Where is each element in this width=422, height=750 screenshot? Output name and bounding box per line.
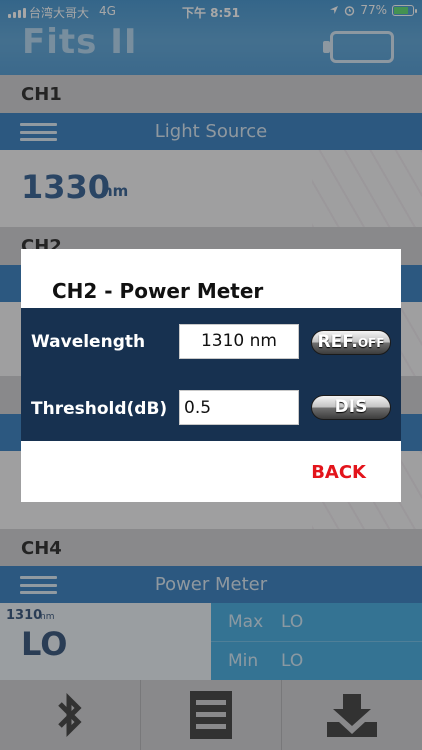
back-button[interactable]: BACK: [311, 462, 366, 483]
ref-toggle-button[interactable]: REF.OFF: [311, 330, 391, 355]
ref-label: REF.: [317, 332, 358, 352]
dialog-settings-panel: Wavelength 1310 nm REF.OFF Threshold(dB)…: [21, 308, 401, 441]
dialog-title: CH2 - Power Meter: [52, 279, 264, 303]
threshold-input[interactable]: [179, 390, 299, 425]
power-meter-dialog: CH2 - Power Meter Wavelength 1310 nm REF…: [21, 249, 401, 502]
wavelength-label: Wavelength: [31, 332, 146, 352]
dis-button[interactable]: DIS: [311, 395, 391, 420]
ref-state: OFF: [357, 336, 385, 350]
wavelength-selector[interactable]: 1310 nm: [179, 324, 299, 359]
threshold-label: Threshold(dB): [31, 399, 168, 419]
